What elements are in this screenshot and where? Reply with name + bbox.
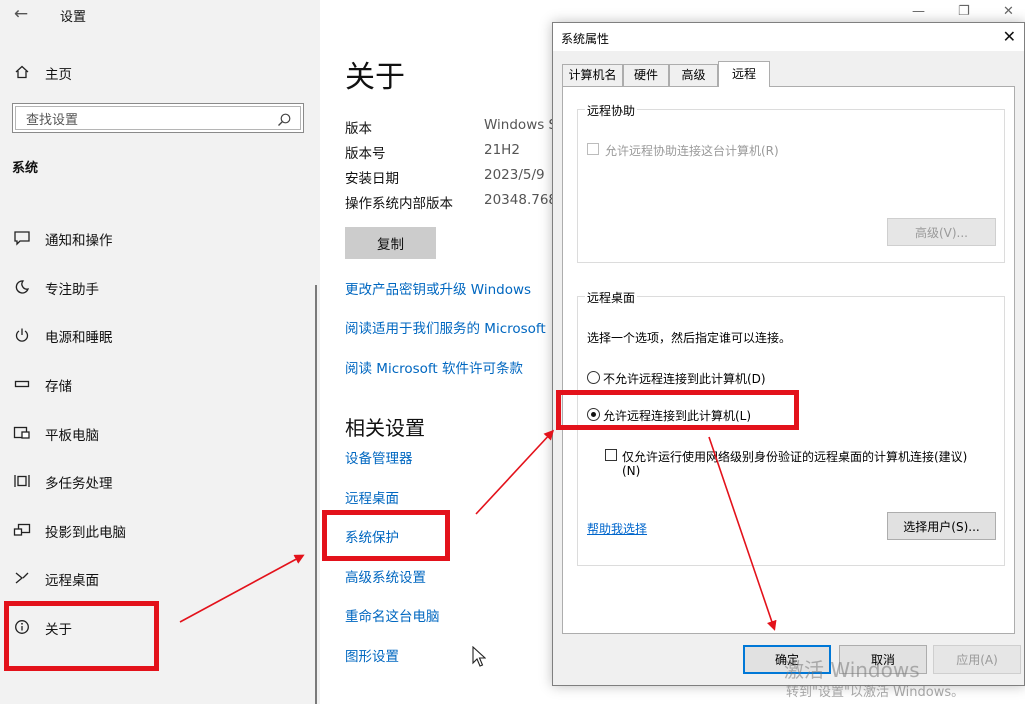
- tablet-icon: [12, 423, 32, 443]
- close-icon[interactable]: ✕: [1003, 27, 1016, 46]
- storage-icon: [12, 374, 32, 394]
- back-arrow-icon[interactable]: ←: [10, 3, 32, 25]
- related-settings-title: 相关设置: [345, 416, 425, 440]
- remote-tab-panel: 远程协助 允许远程协助连接这台计算机(R) 高级(V)... 远程桌面 选择一个…: [562, 86, 1015, 634]
- activation-watermark: 激活 Windows: [784, 658, 920, 682]
- allow-remote-assistance-label: 允许远程协助连接这台计算机(R): [605, 144, 779, 158]
- notification-icon: [12, 228, 32, 248]
- activation-watermark-subtitle: 转到"设置"以激活 Windows。: [786, 685, 965, 700]
- allow-remote-assistance-checkbox[interactable]: [587, 143, 599, 155]
- sidebar-item-label: 存储: [45, 379, 72, 395]
- multitasking-icon: [12, 471, 32, 491]
- home-icon: [12, 62, 32, 82]
- sidebar-item-about[interactable]: 关于: [0, 610, 320, 644]
- tab-hardware[interactable]: 硬件: [623, 64, 669, 86]
- sidebar-item-label: 主页: [45, 67, 72, 83]
- remote-desktop-intro: 选择一个选项，然后指定谁可以连接。: [587, 331, 792, 345]
- system-properties-dialog: 系统属性 ✕ 计算机名 硬件 高级 远程 远程协助 允许远程协助连接这台计算机(…: [552, 22, 1025, 686]
- sidebar-item-remote-desktop[interactable]: 远程桌面: [0, 561, 320, 595]
- link-rename-pc[interactable]: 重命名这台电脑: [345, 605, 440, 625]
- dialog-title: 系统属性: [561, 32, 610, 46]
- sidebar-item-home[interactable]: 主页: [0, 56, 320, 88]
- spec-label: 安装日期: [345, 171, 399, 187]
- power-icon: [12, 325, 32, 345]
- settings-sidebar: ← 设置 主页 系统 通知和操作 专注助手 电源和睡眠: [0, 0, 320, 704]
- sidebar-item-project[interactable]: 投影到此电脑: [0, 513, 320, 547]
- link-advanced-system-settings[interactable]: 高级系统设置: [345, 566, 426, 586]
- spec-value: 20348.768: [484, 192, 558, 208]
- sidebar-section-label: 系统: [12, 161, 39, 176]
- remote-assistance-title: 远程协助: [585, 102, 638, 119]
- sidebar-item-label: 平板电脑: [45, 428, 99, 444]
- remote-desktop-icon: [12, 568, 32, 588]
- tab-remote[interactable]: 远程: [718, 61, 770, 87]
- nla-only-label: 仅允许运行使用网络级别身份验证的远程桌面的计算机连接(建议): [622, 450, 968, 464]
- page-title: 关于: [345, 60, 405, 95]
- allow-remote-radio[interactable]: [587, 408, 600, 421]
- spec-label: 版本: [345, 121, 372, 137]
- link-license-terms[interactable]: 阅读 Microsoft 软件许可条款: [345, 357, 523, 377]
- mouse-cursor-icon: [472, 646, 486, 667]
- info-icon: [12, 617, 32, 637]
- link-change-product-key[interactable]: 更改产品密钥或升级 Windows: [345, 278, 531, 298]
- sidebar-item-tablet[interactable]: 平板电脑: [0, 416, 320, 450]
- copy-button[interactable]: 复制: [345, 227, 436, 259]
- project-icon: [12, 520, 32, 540]
- sidebar-item-label: 专注助手: [45, 282, 99, 298]
- link-system-protection[interactable]: 系统保护: [345, 526, 399, 546]
- sidebar-item-label: 投影到此电脑: [45, 525, 126, 541]
- sidebar-item-focus-assist[interactable]: 专注助手: [0, 270, 320, 304]
- nla-only-checkbox[interactable]: [605, 449, 617, 461]
- deny-remote-label: 不允许远程连接到此计算机(D): [603, 372, 766, 386]
- sidebar-item-notifications[interactable]: 通知和操作: [0, 221, 320, 255]
- select-users-button[interactable]: 选择用户(S)...: [887, 512, 996, 540]
- spec-label: 版本号: [345, 146, 386, 162]
- search-inner-border: [15, 106, 301, 130]
- deny-remote-radio[interactable]: [587, 371, 600, 384]
- link-services-agreement[interactable]: 阅读适用于我们服务的 Microsoft: [345, 317, 546, 337]
- spec-value: 21H2: [484, 142, 520, 158]
- sidebar-item-label: 通知和操作: [45, 233, 113, 249]
- apply-button[interactable]: 应用(A): [933, 645, 1021, 674]
- settings-titlebar: ← 设置: [0, 0, 320, 30]
- sidebar-item-power-sleep[interactable]: 电源和睡眠: [0, 318, 320, 352]
- sidebar-item-storage[interactable]: 存储: [0, 367, 320, 401]
- search-box[interactable]: [12, 103, 304, 133]
- spec-value: 2023/5/9: [484, 167, 545, 183]
- minimize-icon[interactable]: —: [912, 4, 925, 19]
- sidebar-item-label: 电源和睡眠: [45, 330, 113, 346]
- nla-only-label-accelerator: (N): [622, 464, 641, 478]
- sidebar-item-multitasking[interactable]: 多任务处理: [0, 464, 320, 498]
- link-device-manager[interactable]: 设备管理器: [345, 447, 413, 467]
- tab-computer-name[interactable]: 计算机名: [562, 64, 623, 86]
- close-icon[interactable]: ✕: [1003, 4, 1014, 19]
- allow-remote-label: 允许远程连接到此计算机(L): [603, 409, 752, 423]
- link-remote-desktop[interactable]: 远程桌面: [345, 487, 399, 507]
- link-graphics-settings[interactable]: 图形设置: [345, 645, 399, 665]
- tab-advanced[interactable]: 高级: [669, 64, 718, 86]
- sidebar-item-label: 多任务处理: [45, 476, 113, 492]
- settings-app-title: 设置: [60, 10, 87, 25]
- spec-value: Windows S: [484, 117, 558, 133]
- scrollbar[interactable]: [315, 285, 317, 704]
- spec-label: 操作系统内部版本: [345, 196, 453, 212]
- sidebar-item-label: 关于: [45, 622, 72, 638]
- sidebar-item-label: 远程桌面: [45, 573, 99, 589]
- help-me-choose-link[interactable]: 帮助我选择: [587, 520, 647, 537]
- restore-icon[interactable]: ❐: [958, 4, 970, 19]
- dialog-titlebar[interactable]: 系统属性 ✕: [553, 23, 1024, 51]
- search-icon: [276, 112, 292, 128]
- remote-assistance-advanced-button[interactable]: 高级(V)...: [887, 218, 996, 246]
- search-input[interactable]: [26, 111, 276, 129]
- remote-desktop-title: 远程桌面: [585, 289, 638, 306]
- moon-icon: [12, 277, 32, 297]
